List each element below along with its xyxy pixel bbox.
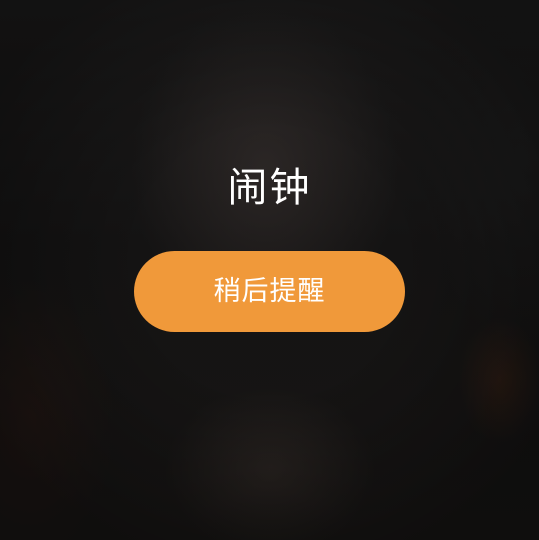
snooze-button[interactable]: 稍后提醒 (134, 251, 405, 332)
alarm-title: 闹钟 (227, 165, 312, 211)
alarm-screen: 闹钟 稍后提醒 (0, 0, 539, 540)
